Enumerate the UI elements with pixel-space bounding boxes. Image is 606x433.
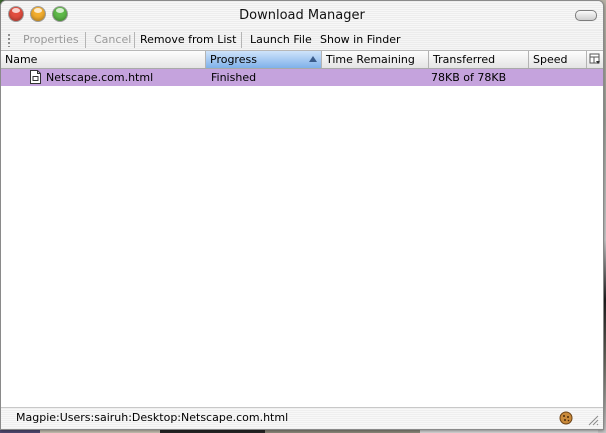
properties-button[interactable]: Properties <box>23 33 79 46</box>
column-header-time-remaining-label: Time Remaining <box>326 53 415 66</box>
cancel-button[interactable]: Cancel <box>94 33 131 46</box>
downloads-list[interactable]: Netscape.com.html Finished 78KB of 78KB <box>1 69 603 407</box>
download-row[interactable]: Netscape.com.html Finished 78KB of 78KB <box>1 69 603 86</box>
download-progress: Finished <box>211 71 257 84</box>
status-file-path: Magpie:Users:sairuh:Desktop:Netscape.com… <box>16 411 289 424</box>
sort-ascending-icon <box>309 56 317 62</box>
remove-from-list-button[interactable]: Remove from List <box>140 33 236 46</box>
toolbar-divider <box>85 32 86 48</box>
column-header-transferred-label: Transferred <box>433 53 496 66</box>
column-picker-icon[interactable] <box>589 52 601 66</box>
cookie-icon[interactable] <box>559 411 573 425</box>
title-bar[interactable]: Download Manager <box>1 1 603 31</box>
toolbar: Properties Cancel Remove from List Launc… <box>1 30 603 51</box>
resize-grip-icon[interactable] <box>587 414 599 426</box>
download-filename: Netscape.com.html <box>46 71 154 84</box>
download-manager-window: Download Manager Properties Cancel Remov… <box>0 0 604 430</box>
column-header-progress[interactable]: Progress <box>206 51 322 68</box>
column-header-transferred[interactable]: Transferred <box>429 51 529 68</box>
column-header-name-label: Name <box>5 53 38 66</box>
column-header-progress-label: Progress <box>210 53 257 66</box>
toolbar-toggle-icon[interactable] <box>575 10 597 21</box>
toolbar-divider <box>134 32 135 48</box>
file-html-icon <box>30 70 41 84</box>
launch-file-button[interactable]: Launch File <box>250 33 312 46</box>
status-bar: Magpie:Users:sairuh:Desktop:Netscape.com… <box>1 407 603 429</box>
column-header-time-remaining[interactable]: Time Remaining <box>322 51 429 68</box>
toolbar-grip-icon[interactable] <box>7 33 11 47</box>
toolbar-divider <box>241 32 242 48</box>
show-in-finder-button[interactable]: Show in Finder <box>320 33 401 46</box>
column-header-name[interactable]: Name <box>1 51 206 68</box>
column-headers: Name Progress Time Remaining Transferred… <box>1 51 603 69</box>
column-header-speed[interactable]: Speed <box>529 51 587 68</box>
column-header-speed-label: Speed <box>533 53 568 66</box>
download-transferred: 78KB of 78KB <box>431 71 507 84</box>
window-title: Download Manager <box>239 8 365 23</box>
